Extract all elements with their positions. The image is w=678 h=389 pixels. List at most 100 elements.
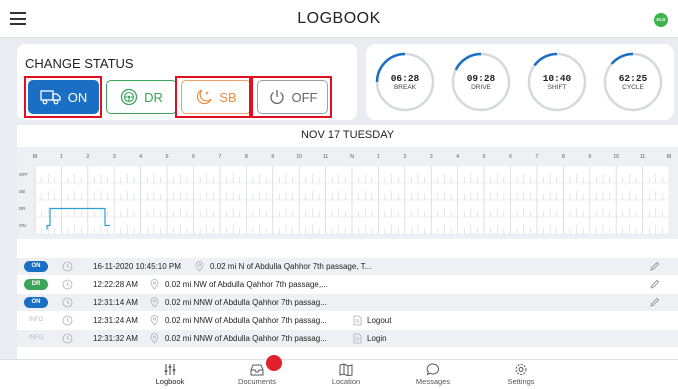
nav-messages-label: Messages (415, 377, 451, 386)
log-timestamp: 12:22:28 AM (93, 280, 138, 289)
drive-timer-caption: DRIVE (471, 84, 491, 91)
highlight-box-off (251, 76, 332, 118)
cycle-timer-dial: 62:25 CYCLE (602, 51, 664, 113)
duty-graph-canvas: M 1 2 3 4 5 6 7 8 9 10 11 N 1 2 3 4 5 6 7 8 9 10 11 M OFF SB DR ON (19, 154, 671, 235)
graph-hour-label: 11 (640, 154, 645, 160)
break-timer-dial: 06:28 BREAK (374, 51, 436, 113)
log-timestamp: 12:31:14 AM (93, 298, 138, 307)
graph-hour-label: N (350, 154, 354, 160)
log-status-pill: INFO (28, 317, 44, 323)
log-status-pill: ON (24, 297, 48, 308)
log-location: 0.02 mi NNW of Abdulla Qahhor 7th passag… (165, 298, 327, 307)
log-entry-row[interactable]: INFO 12:31:24 AM 0.02 mi NNW of Abdulla Qa… (17, 312, 678, 329)
graph-hour-label: 1 (377, 154, 380, 160)
location-pin-icon (150, 279, 159, 290)
graph-hour-label: 1 (60, 154, 63, 160)
log-location: 0.02 mi NNW of Abdulla Qahhor 7th passag… (165, 316, 327, 325)
graph-hour-label: 5 (483, 154, 486, 160)
nav-logbook[interactable]: Logbook (130, 363, 210, 386)
edit-pencil-icon[interactable] (649, 297, 660, 308)
graph-hour-label: 10 (296, 154, 302, 160)
graph-hour-label: M (667, 154, 671, 160)
cycle-timer-value: 62:25 (618, 73, 648, 84)
location-pin-icon (150, 315, 159, 326)
document-icon (353, 315, 362, 326)
graph-hour-label: 9 (271, 154, 274, 160)
graph-hour-label: M (33, 154, 37, 160)
graph-hour-label: 9 (588, 154, 591, 160)
log-location: 0.02 mi NW of Abdulla Qahhor 7th passage… (165, 280, 328, 289)
bottom-navigation: Logbook Documents Location Messages Sett… (0, 359, 678, 389)
location-pin-icon (150, 333, 159, 344)
location-pin-icon (195, 261, 204, 272)
nav-location-label: Location (331, 377, 361, 386)
log-timestamp: 12:31:32 AM (93, 334, 138, 343)
graph-hour-label: 8 (562, 154, 565, 160)
graph-row-label: SB (19, 189, 25, 194)
log-entry-row[interactable]: ON 16-11-2020 10:45:10 PM 0.02 mi N of Abd… (17, 258, 678, 275)
graph-hour-label: 4 (139, 154, 142, 160)
timers-panel: 06:28 BREAK 09:28 DRIVE 10:40 SHIFT 62:2… (366, 44, 674, 120)
graph-hour-label: 2 (86, 154, 89, 160)
document-icon (353, 333, 362, 344)
nav-documents-label: Documents (238, 377, 276, 386)
drive-timer-dial: 09:28 DRIVE (450, 51, 512, 113)
clock-icon (62, 333, 73, 344)
nav-location[interactable]: Location (306, 363, 386, 386)
graph-hour-label: 4 (456, 154, 459, 160)
log-timestamp: 12:31:24 AM (93, 316, 138, 325)
nav-settings[interactable]: Settings (481, 363, 561, 386)
recording-indicator-dot (266, 355, 282, 371)
break-timer-value: 06:28 (390, 73, 420, 84)
nav-documents[interactable]: Documents (217, 363, 297, 386)
graph-hour-label: 11 (323, 154, 328, 160)
graph-hour-label: 2 (403, 154, 406, 160)
shift-timer-dial: 10:40 SHIFT (526, 51, 588, 113)
change-status-label: CHANGE STATUS (25, 56, 134, 71)
top-bar: LOGBOOK ELD (0, 0, 678, 38)
drive-timer-value: 09:28 (466, 73, 496, 84)
eld-status-badge[interactable]: ELD (654, 13, 668, 27)
break-timer-caption: BREAK (393, 84, 417, 91)
edit-pencil-icon[interactable] (649, 261, 660, 272)
log-entry-row[interactable]: DR 12:22:28 AM 0.02 mi NW of Abdulla Qahho… (17, 276, 678, 293)
graph-hour-label: 8 (245, 154, 248, 160)
duty-status-graph[interactable]: M 1 2 3 4 5 6 7 8 9 10 11 N 1 2 3 4 5 6 7 8 9 10 11 M OFF SB DR ON (17, 147, 678, 239)
log-status-pill: DR (24, 279, 48, 290)
log-note: Logout (367, 316, 392, 325)
cycle-timer-caption: CYCLE (622, 84, 644, 91)
graph-hour-label: 3 (113, 154, 116, 160)
graph-hour-label: 10 (613, 154, 619, 160)
steering-wheel-icon (120, 88, 138, 106)
gear-icon (515, 364, 527, 375)
graph-hour-label: 6 (192, 154, 195, 160)
graph-row-label: DR (19, 206, 26, 211)
sliders-icon (164, 364, 176, 375)
log-location: 0.02 mi NNW of Abdulla Qahhor 7th passag… (165, 334, 327, 343)
page-title: LOGBOOK (297, 10, 381, 27)
clock-icon (62, 297, 73, 308)
graph-hour-label: 7 (536, 154, 539, 160)
log-timestamp: 16-11-2020 10:45:10 PM (93, 262, 181, 271)
nav-settings-label: Settings (507, 377, 535, 386)
log-entry-row[interactable]: INFO 12:31:32 AM 0.02 mi NNW of Abdulla Qa… (17, 330, 678, 347)
log-status-pill: INFO (28, 335, 44, 341)
log-entry-row[interactable]: ON 12:31:14 AM 0.02 mi NNW of Abdulla Qahh… (17, 294, 678, 311)
graph-hour-label: 7 (219, 154, 222, 160)
shift-timer-caption: SHIFT (547, 84, 567, 91)
graph-hour-label: 3 (430, 154, 433, 160)
log-status-pill: ON (24, 261, 48, 272)
logbook-main-panel: NOV 17 TUESDAY M 1 2 3 4 5 6 7 8 9 10 11 N 1 2 3 4 5 6 7 8 9 1… (17, 125, 678, 360)
log-date-title: NOV 17 TUESDAY (300, 129, 395, 141)
status-dr-button[interactable]: DR (106, 80, 177, 114)
status-dr-label: DR (144, 89, 163, 105)
log-note: Login (367, 334, 387, 343)
log-location: 0.02 mi N of Abdulla Qahhor 7th passage,… (210, 262, 372, 271)
edit-pencil-icon[interactable] (649, 279, 660, 290)
nav-messages[interactable]: Messages (393, 363, 473, 386)
clock-icon (62, 261, 73, 272)
map-icon (339, 363, 353, 376)
highlight-box-sb (175, 76, 251, 118)
clock-icon (62, 279, 73, 290)
graph-row-label: ON (19, 223, 26, 228)
